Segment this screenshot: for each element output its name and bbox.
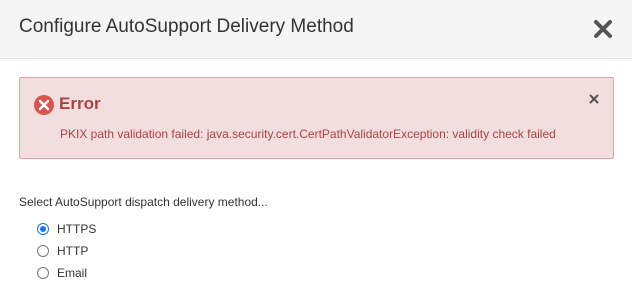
close-x-icon	[594, 20, 612, 38]
radio-label: HTTP	[57, 244, 89, 258]
radio-button-checked[interactable]	[37, 223, 49, 235]
close-dialog-button[interactable]	[589, 15, 617, 43]
error-alert: Error PKIX path validation failed: java.…	[19, 77, 614, 159]
radio-button[interactable]	[37, 245, 49, 257]
radio-dot	[40, 226, 46, 232]
dismiss-alert-button[interactable]	[587, 92, 601, 106]
radio-label: Email	[57, 266, 88, 280]
delivery-method-prompt: Select AutoSupport dispatch delivery met…	[19, 195, 268, 209]
error-circle-icon	[33, 94, 55, 116]
alert-heading: Error	[59, 94, 101, 113]
configure-autosupport-dialog: Configure AutoSupport Delivery Method Er…	[0, 0, 632, 289]
radio-button[interactable]	[37, 267, 49, 279]
dialog-title: Configure AutoSupport Delivery Method	[19, 16, 354, 37]
dialog-header: Configure AutoSupport Delivery Method	[0, 0, 632, 59]
alert-message: PKIX path validation failed: java.securi…	[60, 127, 556, 141]
radio-label: HTTPS	[57, 222, 97, 236]
close-icon	[589, 94, 599, 104]
